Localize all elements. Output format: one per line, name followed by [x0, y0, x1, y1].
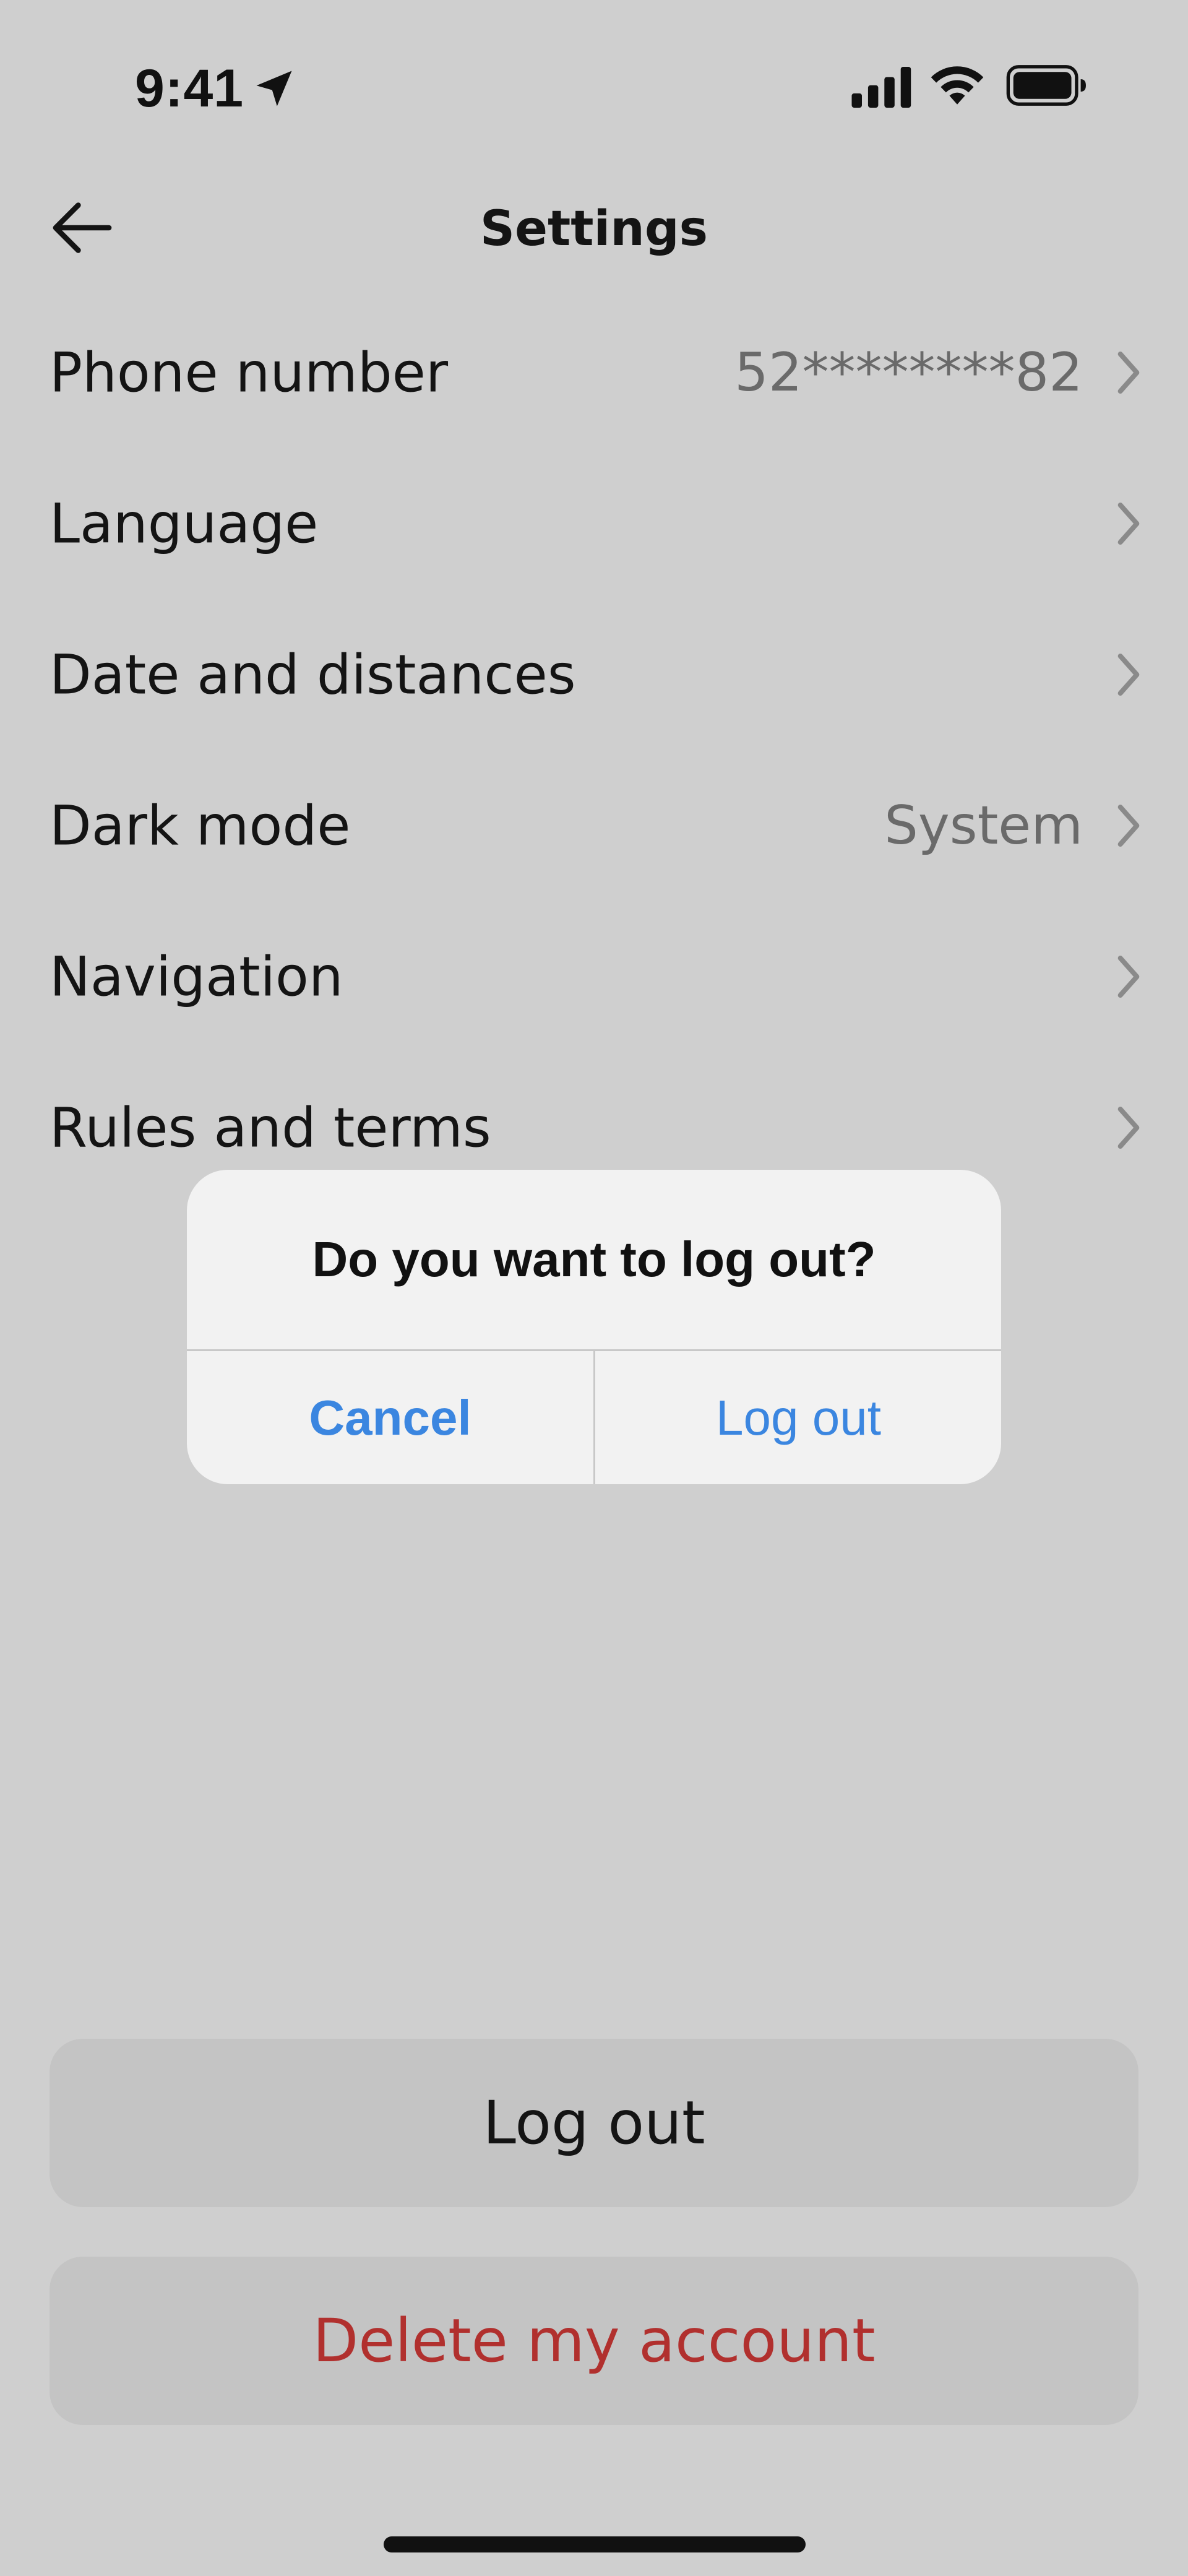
chevron-right-icon: [1117, 654, 1140, 696]
cellular-signal-icon: [851, 67, 911, 108]
alert-logout-button[interactable]: Log out: [595, 1351, 1001, 1484]
setting-row-language[interactable]: Language: [0, 462, 1188, 586]
setting-value: System: [884, 795, 1083, 857]
setting-label: Language: [50, 491, 319, 556]
logout-alert-dialog: Do you want to log out? Cancel Log out: [187, 1170, 1001, 1484]
setting-row-date-and-distances[interactable]: Date and distances: [0, 613, 1188, 737]
setting-row-phone-number[interactable]: Phone number 52********82: [0, 311, 1188, 434]
page-title: Settings: [480, 201, 708, 257]
setting-label: Phone number: [50, 340, 449, 405]
alert-cancel-button[interactable]: Cancel: [187, 1351, 593, 1484]
location-arrow-icon: [256, 71, 292, 106]
settings-screen: 9:41 Settings Phone number 52********82: [0, 0, 1188, 2576]
chevron-right-icon: [1117, 956, 1140, 998]
setting-row-navigation[interactable]: Navigation: [0, 915, 1188, 1039]
status-time: 9:41: [135, 59, 244, 118]
setting-label: Navigation: [50, 944, 343, 1009]
alert-title: Do you want to log out?: [312, 1232, 876, 1287]
setting-label: Dark mode: [50, 793, 351, 858]
chevron-right-icon: [1117, 805, 1140, 847]
status-bar: 9:41: [0, 0, 1188, 173]
delete-account-button[interactable]: Delete my account: [50, 2257, 1138, 2425]
wifi-icon: [931, 66, 984, 105]
setting-value: 52********82: [734, 342, 1083, 404]
logout-button[interactable]: Log out: [50, 2039, 1138, 2207]
home-indicator[interactable]: [384, 2536, 806, 2552]
setting-row-dark-mode[interactable]: Dark mode System: [0, 764, 1188, 888]
setting-label: Rules and terms: [50, 1096, 491, 1160]
battery-icon: [1006, 65, 1086, 106]
chevron-right-icon: [1117, 352, 1140, 394]
chevron-right-icon: [1117, 1107, 1140, 1149]
setting-label: Date and distances: [50, 642, 576, 707]
chevron-right-icon: [1117, 503, 1140, 545]
